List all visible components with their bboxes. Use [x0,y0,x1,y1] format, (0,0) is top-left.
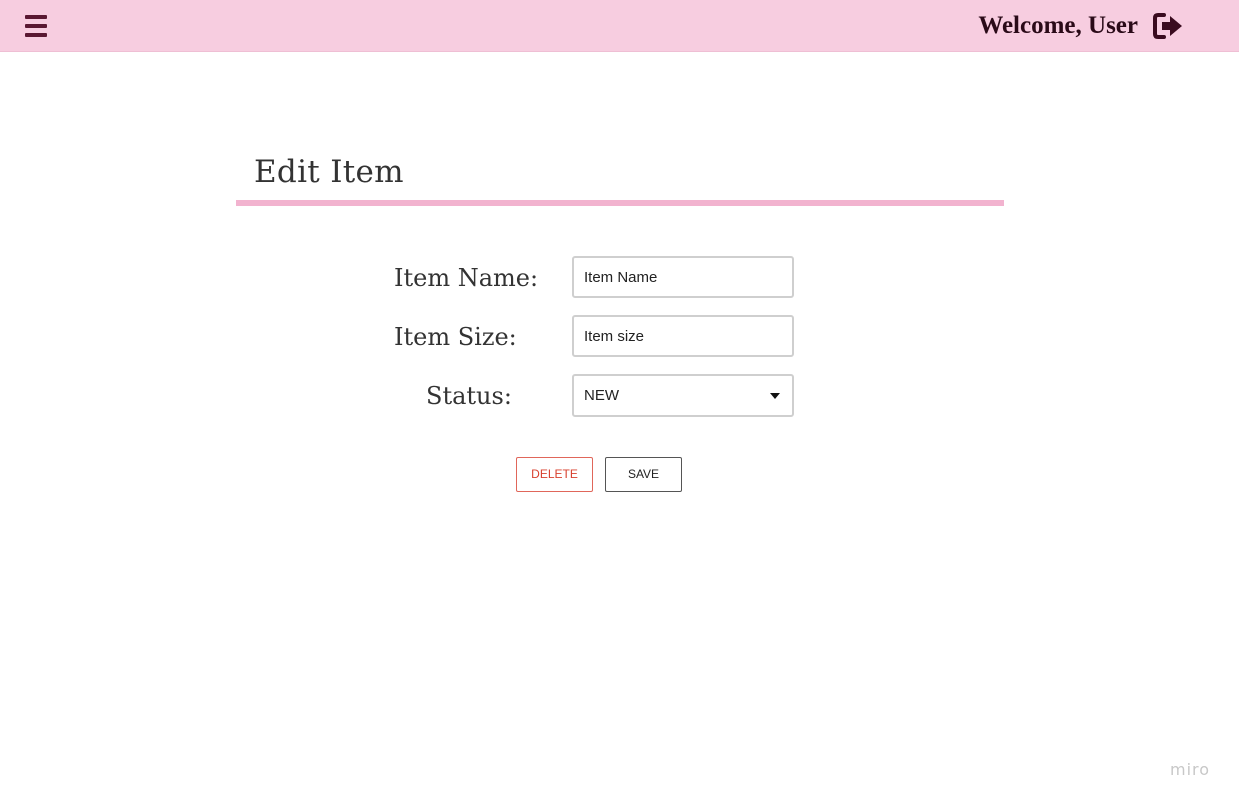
item-size-input[interactable] [572,315,794,357]
miro-watermark: miro [1170,760,1211,779]
title-divider [236,200,1004,206]
status-selected-value: NEW [584,387,619,404]
page-title: Edit Item [254,154,404,190]
hamburger-menu-icon[interactable] [24,14,48,38]
item-name-input[interactable] [572,256,794,298]
item-size-label: Item Size: [394,323,517,351]
status-select[interactable]: NEW [572,374,794,417]
item-name-label: Item Name: [394,264,539,292]
chevron-down-icon [770,393,780,399]
status-label: Status: [426,382,512,410]
delete-button[interactable]: DELETE [516,457,593,492]
menu-line [25,33,47,37]
sign-out-icon-graphic [1153,13,1182,39]
menu-line [25,15,47,19]
top-bar: Welcome, User [0,0,1239,52]
welcome-message: Welcome, User [978,12,1138,39]
menu-line [25,24,47,28]
save-button[interactable]: SAVE [605,457,682,492]
sign-out-icon[interactable] [1153,12,1185,40]
